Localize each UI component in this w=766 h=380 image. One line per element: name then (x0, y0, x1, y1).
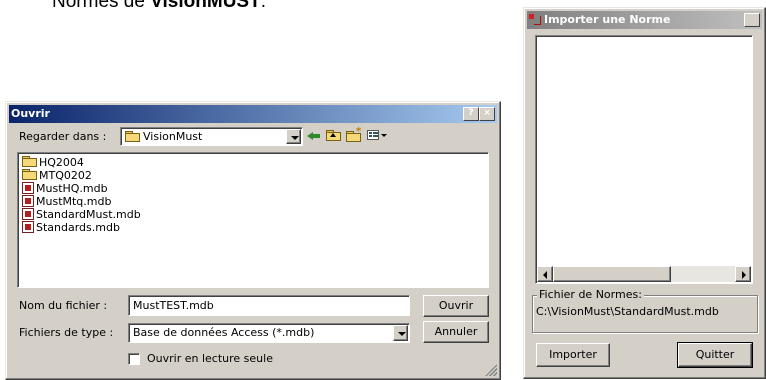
list-item[interactable]: Standards.mdb (22, 221, 120, 234)
import-dialog-titlebar[interactable]: Importer une Norme × (527, 11, 762, 29)
look-in-value: VisionMust (143, 130, 203, 143)
view-menu-icon[interactable] (367, 129, 389, 142)
import-dialog-title: Importer une Norme (544, 13, 671, 26)
scroll-right-button[interactable] (735, 266, 751, 282)
new-folder-icon[interactable]: * (346, 127, 362, 142)
help-button[interactable]: ? (463, 107, 479, 121)
access-db-icon (22, 221, 34, 233)
open-dialog-titlebar[interactable]: Ouvrir ? × (9, 105, 497, 123)
readonly-label: Ouvrir en lecture seule (147, 352, 273, 365)
close-button[interactable]: × (479, 107, 495, 121)
filename-label: Nom du fichier : (19, 299, 108, 312)
list-item[interactable]: StandardMust.mdb (22, 208, 141, 221)
norm-list[interactable] (535, 35, 753, 284)
scrollbar-thumb[interactable] (553, 266, 671, 282)
back-arrow-icon[interactable] (307, 130, 321, 142)
look-in-dropdown-arrow[interactable] (286, 129, 301, 144)
readonly-checkbox[interactable] (128, 353, 140, 365)
access-db-icon (22, 182, 34, 194)
list-item[interactable]: MTQ0202 (22, 169, 92, 182)
folder-icon (22, 156, 37, 167)
look-in-label: Regarder dans : (19, 130, 107, 143)
list-item[interactable]: MustHQ.mdb (22, 182, 108, 195)
document-heading: Normes de VisionMUST. (52, 0, 266, 12)
filetype-dropdown[interactable]: Base de données Access (*.mdb) (128, 323, 410, 343)
import-button[interactable]: Importer (536, 343, 610, 367)
scroll-left-button[interactable] (537, 266, 553, 282)
list-item[interactable]: MustMtq.mdb (22, 195, 111, 208)
file-list[interactable]: HQ2004 MTQ0202 MustHQ.mdb MustMtq.mdb St… (17, 152, 489, 288)
horizontal-scrollbar[interactable] (537, 266, 751, 282)
norm-file-group-label: Fichier de Normes: (537, 288, 644, 301)
open-dialog-title: Ouvrir (11, 107, 50, 120)
app-icon (529, 14, 541, 26)
import-norm-dialog: Importer une Norme × Fichier de Normes: … (523, 7, 766, 379)
close-button[interactable]: × (744, 13, 760, 27)
open-file-dialog: Ouvrir ? × Regarder dans : VisionMust * … (5, 101, 501, 380)
filetype-dropdown-arrow[interactable] (393, 325, 408, 341)
list-item[interactable]: HQ2004 (22, 156, 84, 169)
up-folder-icon[interactable] (326, 129, 341, 142)
size-grip[interactable] (485, 364, 497, 376)
access-db-icon (22, 208, 34, 220)
look-in-dropdown[interactable]: VisionMust (120, 127, 303, 146)
open-button[interactable]: Ouvrir (423, 295, 489, 317)
cancel-button[interactable]: Annuler (423, 321, 489, 343)
access-db-icon (22, 195, 34, 207)
norm-file-path: C:\VisionMust\StandardMust.mdb (536, 305, 719, 318)
filetype-value: Base de données Access (*.mdb) (133, 326, 315, 339)
filename-input[interactable]: MustTEST.mdb (128, 295, 410, 316)
filetype-label: Fichiers de type : (19, 326, 114, 339)
folder-icon (125, 131, 140, 142)
folder-icon (22, 169, 37, 180)
filename-value: MustTEST.mdb (133, 299, 214, 312)
quit-button[interactable]: Quitter (677, 342, 753, 368)
